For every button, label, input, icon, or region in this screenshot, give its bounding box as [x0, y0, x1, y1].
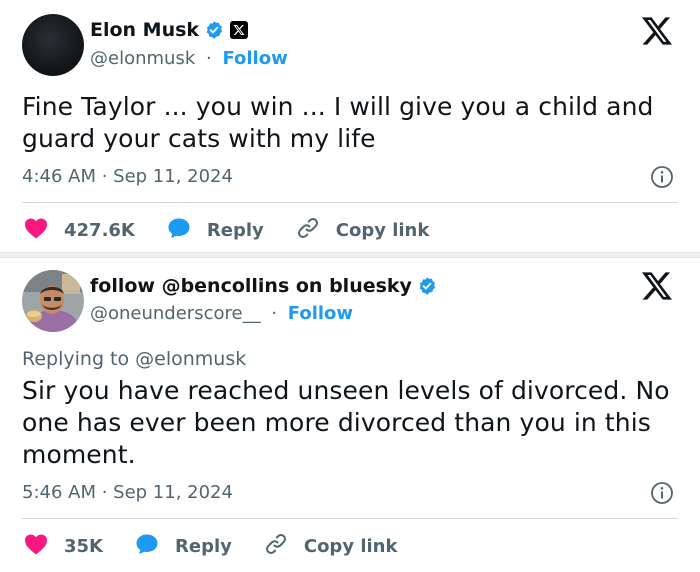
author-name[interactable]: Elon Musk [90, 19, 199, 41]
reply-button[interactable]: Reply [135, 532, 232, 561]
divider [22, 518, 678, 519]
timestamp[interactable]: 4:46 AM · Sep 11, 2024 [22, 166, 233, 187]
copy-link-label: Copy link [335, 220, 430, 241]
author-row: Elon Musk [90, 19, 249, 41]
separator-dot: · [271, 303, 278, 324]
handle-row: @elonmusk · Follow [90, 48, 288, 69]
action-bar: 35K Reply Copy link [24, 532, 429, 561]
separator-dot: · [205, 48, 212, 69]
heart-icon [24, 217, 64, 244]
info-icon[interactable] [650, 481, 674, 505]
x-affiliation-icon [230, 21, 249, 39]
reply-bubble-icon [167, 216, 207, 245]
reply-label: Reply [175, 536, 232, 557]
author-handle[interactable]: @oneunderscore__ [90, 303, 261, 324]
tweet-text: Fine Taylor ... you win ... I will give … [22, 92, 654, 153]
copy-link-button[interactable]: Copy link [296, 216, 430, 245]
link-icon [296, 216, 336, 245]
follow-button[interactable]: Follow [288, 303, 353, 324]
reply-bubble-icon [135, 532, 175, 561]
tweet-card-2: follow @bencollins on bluesky @oneunders… [0, 258, 700, 572]
like-button[interactable]: 35K [24, 533, 103, 560]
like-count: 35K [64, 536, 103, 557]
divider [22, 202, 678, 203]
x-logo-icon[interactable] [640, 271, 676, 303]
like-button[interactable]: 427.6K [24, 217, 135, 244]
verified-badge-icon [417, 276, 437, 296]
info-icon[interactable] [650, 165, 674, 189]
x-logo-icon[interactable] [640, 16, 676, 48]
follow-button[interactable]: Follow [222, 48, 287, 69]
verified-badge-icon [204, 20, 224, 40]
reply-label: Reply [206, 220, 264, 241]
tweet-card-1: Elon Musk @elonmusk · Follow Fine Taylor… [0, 0, 700, 252]
avatar[interactable] [22, 14, 84, 76]
action-bar: 427.6K Reply Copy link [24, 216, 461, 245]
reply-button[interactable]: Reply [167, 216, 264, 245]
copy-link-button[interactable]: Copy link [264, 532, 398, 561]
author-name[interactable]: follow @bencollins on bluesky [90, 275, 412, 297]
replying-to[interactable]: Replying to @elonmusk [22, 348, 246, 370]
link-icon [264, 532, 304, 561]
author-handle[interactable]: @elonmusk [90, 48, 195, 69]
author-row: follow @bencollins on bluesky [90, 275, 437, 297]
heart-icon [24, 533, 64, 560]
like-count: 427.6K [64, 220, 135, 241]
copy-link-label: Copy link [303, 536, 398, 557]
tweet-text: Sir you have reached unseen levels of di… [22, 376, 670, 469]
timestamp[interactable]: 5:46 AM · Sep 11, 2024 [22, 482, 233, 503]
avatar[interactable] [22, 270, 84, 332]
handle-row: @oneunderscore__ · Follow [90, 303, 353, 324]
